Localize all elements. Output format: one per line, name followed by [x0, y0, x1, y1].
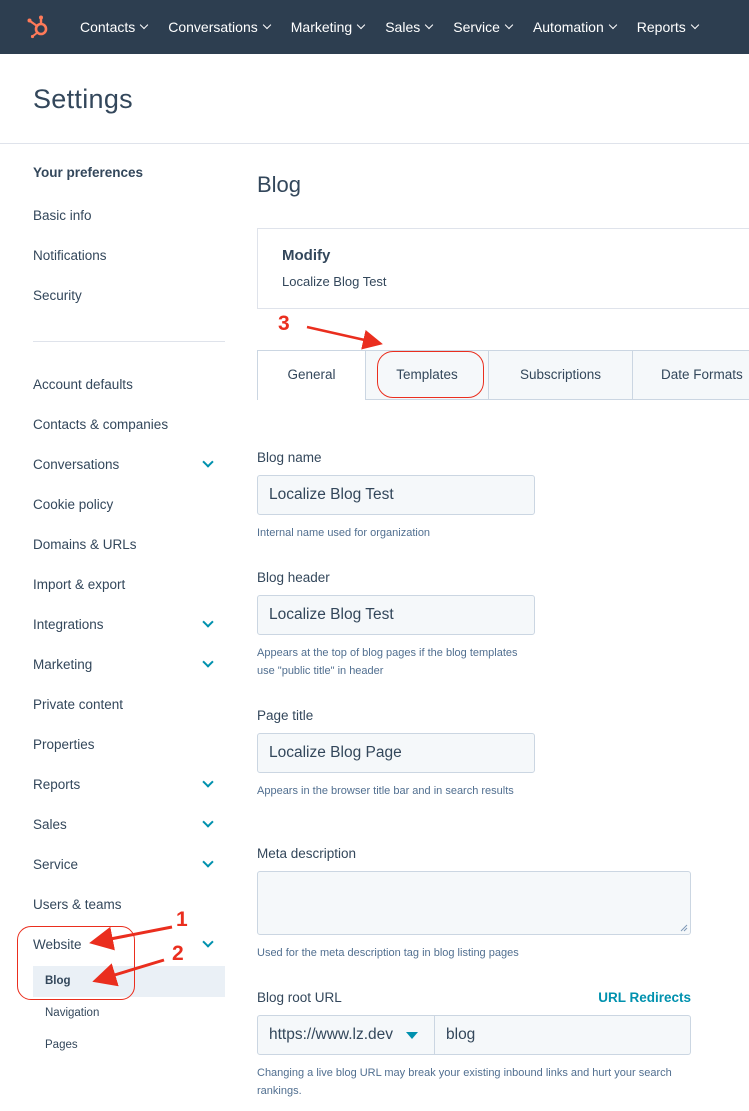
sidebar-item-service[interactable]: Service [33, 854, 225, 876]
sidebar-subitem-navigation[interactable]: Navigation [33, 998, 225, 1029]
sidebar-item-integrations[interactable]: Integrations [33, 614, 225, 636]
url-redirects-link[interactable]: URL Redirects [598, 990, 691, 1005]
meta-description-textarea[interactable] [257, 871, 691, 935]
blog-header-help: Appears at the top of blog pages if the … [257, 647, 518, 677]
sidebar-item-reports[interactable]: Reports [33, 774, 225, 796]
nav-label: Service [453, 19, 500, 35]
blog-slug-input[interactable]: blog [435, 1015, 691, 1055]
chevron-down-icon [202, 816, 214, 828]
sidebar-item-private-content[interactable]: Private content [33, 694, 225, 716]
meta-description-label: Meta description [257, 846, 357, 861]
sidebar-subitem-pages[interactable]: Pages [33, 1030, 225, 1061]
sidebar-item-label: Integrations [33, 617, 104, 632]
nav-label: Reports [636, 19, 686, 35]
modify-title: Modify [282, 247, 331, 264]
chevron-down-icon [425, 20, 434, 30]
blog-name-label: Blog name [257, 450, 322, 465]
top-navigation: Contacts Conversations Marketing Sales S… [0, 0, 749, 54]
chevron-down-icon [202, 616, 214, 628]
chevron-down-icon [202, 856, 214, 868]
chevron-down-icon [202, 656, 214, 668]
sidebar-item-marketing[interactable]: Marketing [33, 654, 225, 676]
nav-label: Marketing [290, 19, 353, 35]
chevron-down-icon [356, 20, 366, 30]
domain-select[interactable]: https://www.lz.dev [257, 1015, 435, 1055]
chevron-down-icon [140, 20, 149, 30]
nav-label: Contacts [80, 19, 136, 35]
sidebar-item-notifications[interactable]: Notifications [33, 245, 225, 267]
sidebar-divider [33, 341, 225, 342]
nav-conversations[interactable]: Conversations [168, 19, 271, 35]
meta-description-help: Used for the meta description tag in blo… [257, 947, 519, 959]
nav-contacts[interactable]: Contacts [80, 19, 149, 35]
chevron-down-icon [690, 20, 700, 30]
nav-reports[interactable]: Reports [636, 19, 700, 35]
sidebar-item-account-defaults[interactable]: Account defaults [33, 374, 225, 396]
blog-header-label: Blog header [257, 570, 330, 585]
page-title-input[interactable]: Localize Blog Page [257, 733, 535, 773]
sidebar-item-users-teams[interactable]: Users & teams [33, 894, 225, 916]
sidebar-item-basic-info[interactable]: Basic info [33, 205, 225, 227]
chevron-down-icon [202, 936, 214, 948]
sidebar-heading: Your preferences [33, 165, 144, 180]
settings-header: Settings [0, 54, 749, 144]
sidebar-subitem-blog[interactable]: Blog [33, 966, 225, 997]
nav-label: Conversations [168, 19, 258, 35]
tab-general[interactable]: General [257, 350, 366, 400]
sidebar-item-label: Reports [33, 777, 81, 792]
chevron-down-icon [262, 20, 271, 30]
domain-select-value: https://www.lz.dev [269, 1026, 394, 1043]
resize-handle-icon[interactable] [680, 924, 688, 932]
sidebar-item-properties[interactable]: Properties [33, 734, 225, 756]
tab-templates[interactable]: Templates [365, 350, 489, 400]
chevron-down-icon [504, 20, 514, 30]
chevron-down-icon [202, 456, 214, 468]
blog-root-url-label: Blog root URL [257, 990, 342, 1005]
blog-title: Blog [257, 172, 302, 197]
hubspot-logo-icon[interactable] [26, 15, 50, 39]
main-content: Blog Modify Localize Blog Test General T… [257, 144, 749, 1111]
blog-root-url-help: Changing a live blog URL may break your … [257, 1067, 672, 1097]
sidebar-item-label: Marketing [33, 657, 93, 672]
chevron-down-icon [608, 20, 618, 30]
modify-card: Modify Localize Blog Test [257, 228, 749, 309]
page-title-label: Page title [257, 708, 314, 723]
blog-tabs: General Templates Subscriptions Date For… [257, 350, 749, 400]
sidebar-item-label: Sales [33, 817, 67, 832]
sidebar-item-domains-urls[interactable]: Domains & URLs [33, 534, 225, 556]
sidebar-item-import-export[interactable]: Import & export [33, 574, 225, 596]
page-title-help: Appears in the browser title bar and in … [257, 785, 514, 797]
tab-subscriptions[interactable]: Subscriptions [488, 350, 633, 400]
sidebar-item-cookie-policy[interactable]: Cookie policy [33, 494, 225, 516]
sidebar-item-label: Website [33, 937, 82, 952]
nav-marketing[interactable]: Marketing [290, 19, 366, 35]
modify-blog-name: Localize Blog Test [282, 274, 387, 289]
blog-name-input[interactable]: Localize Blog Test [257, 475, 535, 515]
sidebar-item-label: Conversations [33, 457, 120, 472]
sidebar-item-conversations[interactable]: Conversations [33, 454, 225, 476]
blog-root-url-row: https://www.lz.dev blog [257, 1015, 691, 1055]
nav-automation[interactable]: Automation [532, 19, 618, 35]
sidebar-item-website[interactable]: Website [33, 934, 225, 956]
tab-date-formats[interactable]: Date Formats [632, 350, 749, 400]
caret-down-icon [406, 1032, 418, 1039]
blog-header-input[interactable]: Localize Blog Test [257, 595, 535, 635]
sidebar-item-sales[interactable]: Sales [33, 814, 225, 836]
sidebar-item-security[interactable]: Security [33, 285, 225, 307]
sidebar-item-label: Service [33, 857, 79, 872]
nav-label: Automation [532, 19, 604, 35]
blog-name-help: Internal name used for organization [257, 527, 431, 539]
nav-sales[interactable]: Sales [385, 19, 434, 35]
sidebar-item-contacts-companies[interactable]: Contacts & companies [33, 414, 225, 436]
page-title: Settings [33, 84, 133, 114]
chevron-down-icon [202, 776, 214, 788]
nav-label: Sales [385, 19, 421, 35]
nav-service[interactable]: Service [453, 19, 514, 35]
settings-sidebar: Your preferences Basic info Notification… [0, 144, 240, 1111]
